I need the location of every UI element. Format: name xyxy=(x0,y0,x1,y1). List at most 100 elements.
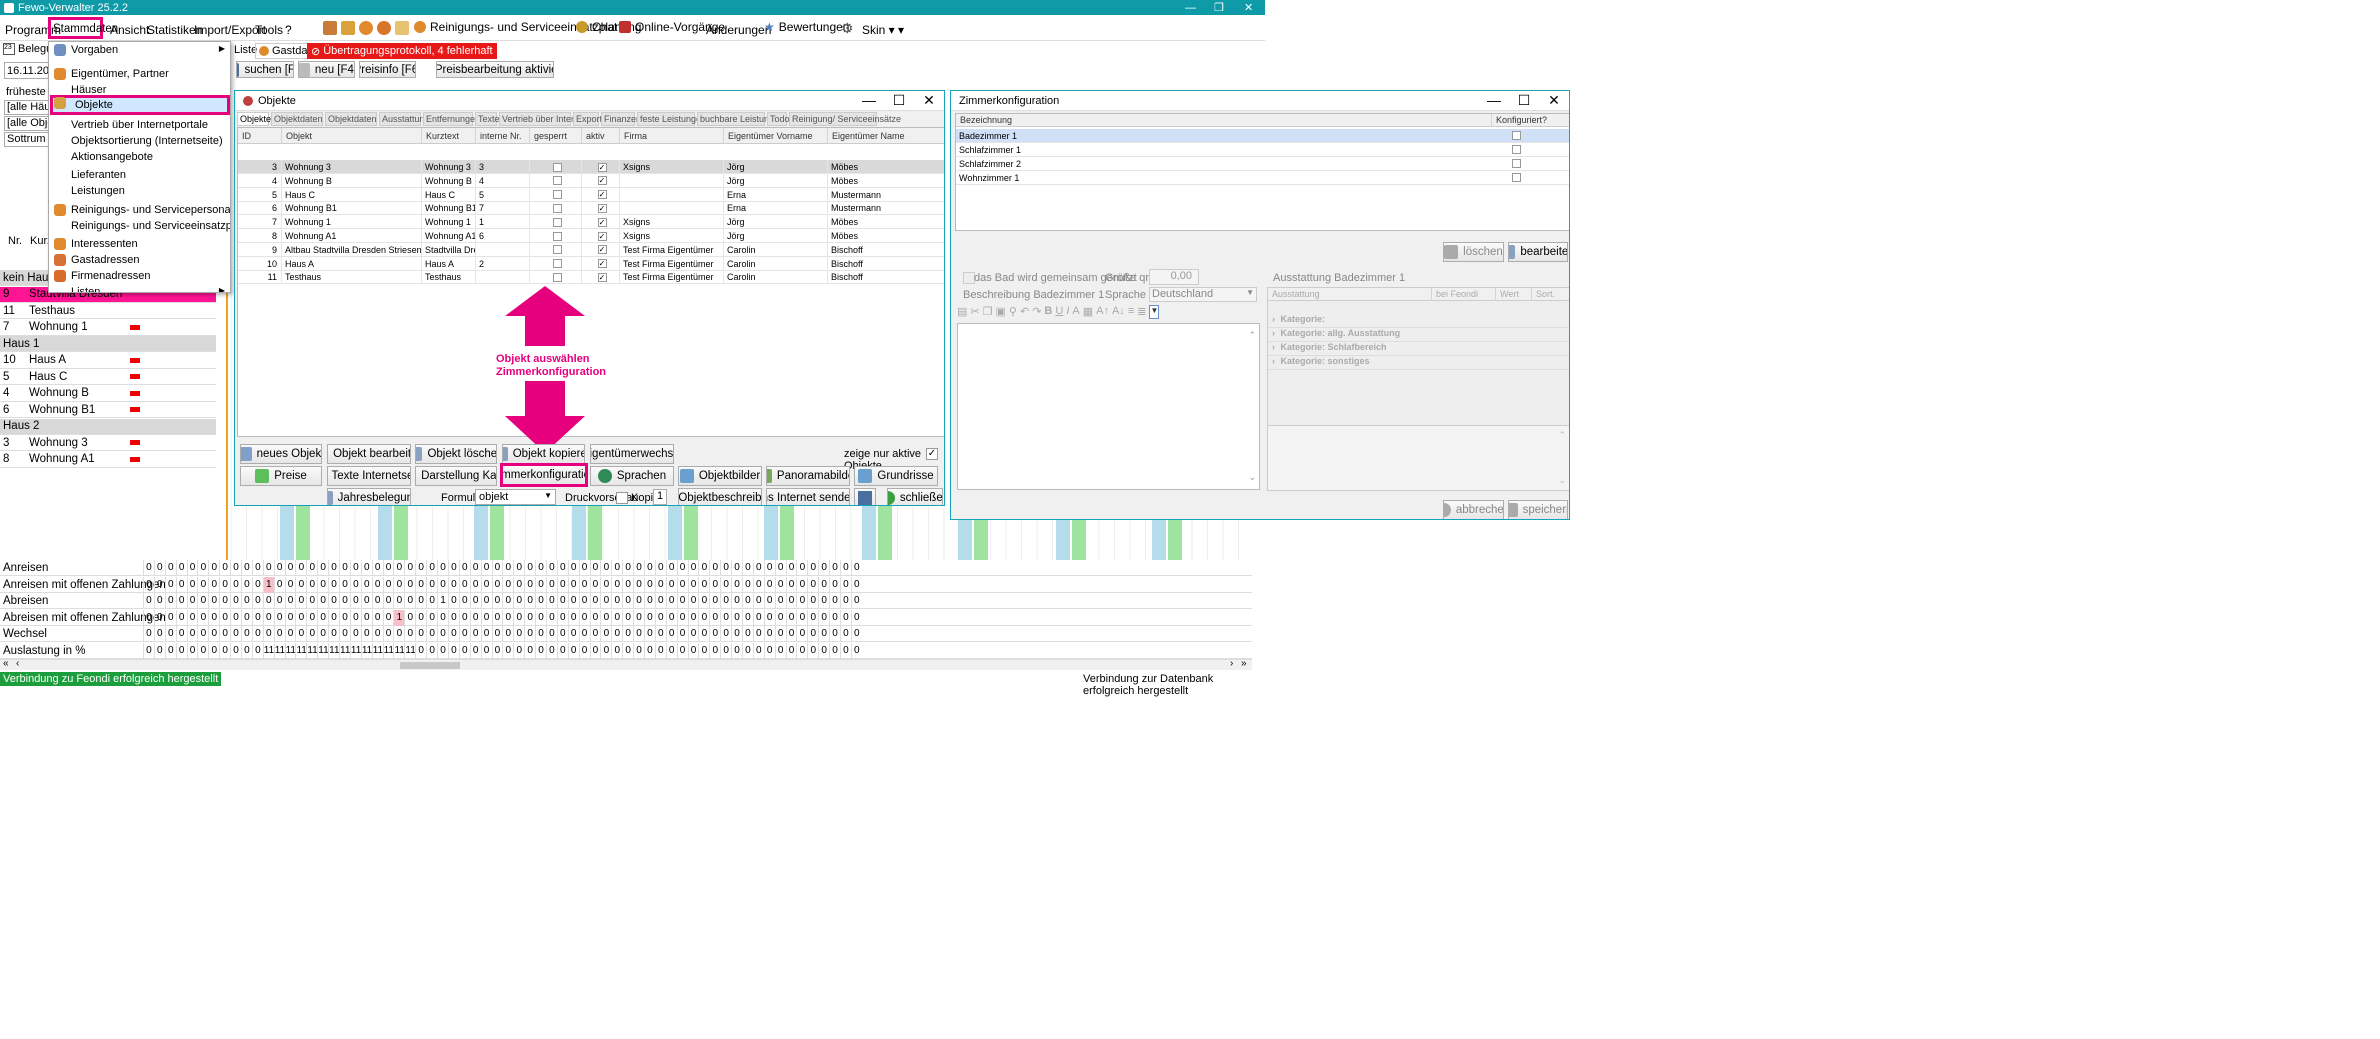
owner-change-button[interactable]: Eigentümerwechsel xyxy=(590,444,674,464)
table-row[interactable]: 3 Wohnung 3 Wohnung 3 3 ✓ Xsigns Jörg Möbes xyxy=(238,160,944,174)
font-size-icon[interactable]: A↑ xyxy=(1096,305,1109,321)
tab-finanzen[interactable]: Finanzen xyxy=(601,112,641,126)
chat-button[interactable]: Chat xyxy=(576,20,617,34)
room-config-button[interactable]: Zimmerkonfiguration xyxy=(500,463,588,487)
cut-icon[interactable]: ✂ xyxy=(970,305,979,321)
priceinfo-button[interactable]: Preisinfo [F6] xyxy=(359,61,416,78)
prices-button[interactable]: Preise xyxy=(240,466,322,486)
minimize-icon[interactable]: — xyxy=(854,92,884,109)
category-row[interactable]: › Kategorie: xyxy=(1268,314,1569,328)
scroll-last-icon[interactable]: » xyxy=(1241,658,1247,669)
color-icon[interactable]: A xyxy=(1072,305,1079,321)
tab-export[interactable]: Export xyxy=(573,112,602,126)
table-row[interactable]: Wohnzimmer 1 xyxy=(956,171,1569,185)
houses-select[interactable]: [alle Häuser] xyxy=(4,100,50,115)
category-row[interactable]: › Kategorie: sonstiges xyxy=(1268,356,1569,370)
column-header[interactable]: interne Nr. xyxy=(476,128,530,144)
table-row[interactable]: Schlafzimmer 1 xyxy=(956,143,1569,157)
maximize-icon[interactable]: ☐ xyxy=(884,92,914,109)
menu-item-reinigungs-und-servicepersonal-firmen[interactable]: Reinigungs- und Servicepersonal/-firmen xyxy=(49,202,230,218)
paste-icon[interactable]: ▣ xyxy=(996,305,1006,321)
list-item[interactable]: 4 Wohnung B xyxy=(0,385,216,402)
equip-notes[interactable]: ⌃ ⌄ xyxy=(1267,425,1569,491)
close-icon[interactable]: ✕ xyxy=(914,92,944,109)
table-row[interactable]: Badezimmer 1 xyxy=(956,129,1569,143)
reviews-button[interactable]: ★ Bewertungen xyxy=(764,20,849,34)
images-button[interactable]: Objektbilder xyxy=(678,466,762,486)
table-row[interactable]: 8 Wohnung A1 Wohnung A1 6 ✓ Xsigns Jörg Möbes xyxy=(238,229,944,243)
column-header[interactable]: Firma xyxy=(620,128,724,144)
home-icon[interactable] xyxy=(341,21,355,35)
lang-select[interactable]: Deutschland ▼ xyxy=(1149,287,1257,302)
menu-item-vertrieb-über-internetportale[interactable]: Vertrieb über Internetportale xyxy=(49,117,230,133)
locked-checkbox[interactable] xyxy=(552,245,562,255)
column-header[interactable]: ID xyxy=(238,128,282,144)
menu-item-gastadressen[interactable]: Gastadressen xyxy=(49,252,230,268)
locked-checkbox[interactable] xyxy=(552,203,562,213)
table-icon[interactable]: ▦ xyxy=(1083,305,1093,321)
active-checkbox[interactable]: ✓ xyxy=(597,162,607,172)
send-internet-button[interactable]: ins Internet senden xyxy=(766,488,850,505)
tab-reinigung-serviceeinsätze[interactable]: Reinigung/ Serviceeinsätze xyxy=(789,112,901,126)
category-row[interactable]: › Kategorie: allg. Ausstattung xyxy=(1268,328,1569,342)
locked-checkbox[interactable] xyxy=(552,162,562,172)
column-header[interactable]: Kurztext xyxy=(422,128,476,144)
table-row[interactable]: 7 Wohnung 1 Wohnung 1 1 ✓ Xsigns Jörg Möbes xyxy=(238,215,944,230)
list-item[interactable]: 6 Wohnung B1 xyxy=(0,402,216,418)
locked-checkbox[interactable] xyxy=(552,190,562,200)
column-header[interactable]: Bezeichnung xyxy=(956,114,1492,127)
scroll-left-icon[interactable]: ‹ xyxy=(16,658,19,669)
active-checkbox[interactable]: ✓ xyxy=(597,203,607,213)
font-size-icon[interactable]: A↓ xyxy=(1112,305,1125,321)
copies-input[interactable]: 1 xyxy=(653,489,667,505)
active-checkbox[interactable]: ✓ xyxy=(597,272,607,282)
menu-item-interessenten[interactable]: Interessenten xyxy=(49,236,230,252)
scroll-down-icon[interactable]: ⌄ xyxy=(1248,472,1256,483)
delete-object-button[interactable]: Objekt löschen xyxy=(415,444,497,464)
changes-button[interactable]: Änderungen xyxy=(706,23,771,37)
dropdown-icon[interactable]: ▼ xyxy=(1149,305,1160,319)
list-item[interactable]: 10 Haus A xyxy=(0,352,216,369)
person-icon[interactable] xyxy=(359,21,373,35)
languages-button[interactable]: Sprachen xyxy=(590,466,674,486)
tab-entfernungen[interactable]: Entfernungen xyxy=(423,112,480,126)
edit-object-button[interactable]: Objekt bearbeiten xyxy=(327,444,411,464)
locked-checkbox[interactable] xyxy=(552,176,562,186)
new-object-button[interactable]: neues Objekt xyxy=(240,444,322,464)
bold-icon[interactable]: B xyxy=(1044,305,1052,321)
scroll-thumb[interactable] xyxy=(400,662,460,669)
scroll-down-icon[interactable]: ⌄ xyxy=(1558,475,1566,486)
menu-item-vorgaben[interactable]: Vorgaben xyxy=(49,42,230,58)
active-checkbox[interactable]: ✓ xyxy=(597,217,607,227)
close-icon[interactable]: ✕ xyxy=(1244,1,1253,14)
copy-object-button[interactable]: Objekt kopieren xyxy=(502,444,585,464)
align-icon[interactable]: ≣ xyxy=(1137,305,1146,321)
tab-feste-leistungen[interactable]: feste Leistungen xyxy=(637,112,706,126)
size-input[interactable]: 0,00 xyxy=(1149,269,1199,285)
menu-item-firmenadressen[interactable]: Firmenadressen xyxy=(49,268,230,284)
objects-select[interactable]: [alle Objekte] xyxy=(4,116,50,131)
formular-select[interactable]: objekt ▼ xyxy=(475,489,556,505)
tab-ausstattung[interactable]: Ausstattung xyxy=(379,112,430,126)
table-row[interactable]: 4 Wohnung B Wohnung B 4 ✓ Jörg Möbes xyxy=(238,173,944,188)
table-row[interactable]: 5 Haus C Haus C 5 ✓ Erna Mustermann xyxy=(238,187,944,202)
list-item[interactable]: 11 Testhaus xyxy=(0,303,216,319)
column-header[interactable]: Objekt xyxy=(282,128,422,144)
active-checkbox[interactable]: ✓ xyxy=(597,231,607,241)
group-row[interactable]: Haus 1 xyxy=(0,336,216,352)
tab-buchbare-leistungen[interactable]: buchbare Leistungen xyxy=(697,112,784,126)
tab-vertrieb-über-internet[interactable]: Vertrieb über Internet xyxy=(499,112,587,126)
configured-checkbox[interactable] xyxy=(1512,131,1521,140)
align-icon[interactable]: ≡ xyxy=(1128,305,1134,321)
table-row[interactable]: 9 Altbau Stadtvilla Dresden Striesen Stadt… xyxy=(238,242,944,257)
locked-checkbox[interactable] xyxy=(552,259,562,269)
menu-item-objekte[interactable]: Objekte xyxy=(50,95,230,115)
panorama-button[interactable]: Panoramabilder xyxy=(766,466,850,486)
group-row[interactable]: Haus 2 xyxy=(0,418,216,435)
tab-protocol[interactable]: ⊘ Übertragungsprotokoll, 4 fehlerhaft xyxy=(307,43,497,59)
list-item[interactable]: 8 Wohnung A1 xyxy=(0,451,216,468)
tab-objekte[interactable]: Objekte xyxy=(237,112,271,126)
preview-checkbox[interactable] xyxy=(616,492,628,504)
table-row[interactable]: 10 Haus A Haus A 2 ✓ Test Firma Eigentümer Car… xyxy=(238,256,944,271)
notes-icon[interactable] xyxy=(395,21,409,35)
